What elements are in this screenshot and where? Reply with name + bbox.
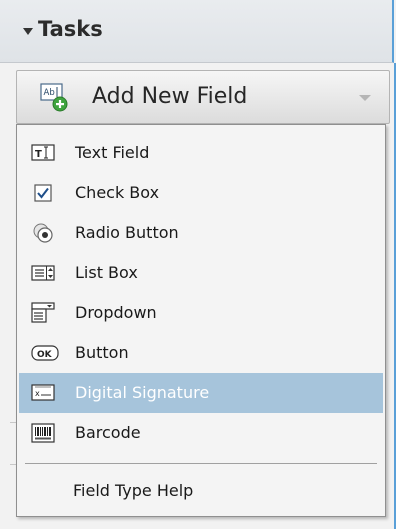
tasks-header[interactable]: Tasks [0,0,394,63]
add-new-field-button[interactable]: Ab Add New Field [16,70,390,124]
menu-item-label: Check Box [75,183,160,202]
menu-item-barcode[interactable]: Barcode [19,413,383,453]
menu-item-label: Barcode [75,423,141,442]
menu-item-label: Radio Button [75,223,179,242]
tasks-title: Tasks [38,17,103,41]
list-box-icon [31,262,55,284]
menu-item-list-box[interactable]: List Box [19,253,383,293]
field-type-help-item[interactable]: Field Type Help [73,481,193,500]
menu-item-label: Button [75,343,129,362]
radio-button-icon [31,222,55,244]
svg-text:OK: OK [37,350,53,360]
dropdown-icon [31,302,55,324]
digital-signature-icon: x [31,382,55,404]
svg-text:x: x [35,389,40,398]
menu-item-digital-signature[interactable]: x Digital Signature [19,373,383,413]
menu-item-radio-button[interactable]: Radio Button [19,213,383,253]
menu-item-label: Digital Signature [75,383,210,402]
text-field-icon: T [31,142,55,164]
add-new-field-label: Add New Field [92,84,248,109]
menu-item-check-box[interactable]: Check Box [19,173,383,213]
button-icon: OK [31,342,59,364]
svg-text:Ab: Ab [44,88,55,98]
menu-item-label: List Box [75,263,138,282]
menu-item-button[interactable]: OK Button [19,333,383,373]
menu-item-label: Text Field [75,143,150,162]
menu-item-text-field[interactable]: T Text Field [19,133,383,173]
menu-item-dropdown[interactable]: Dropdown [19,293,383,333]
check-box-icon [31,182,55,204]
field-type-menu: T Text Field Check Box Radio Button List… [16,124,386,517]
barcode-icon [31,422,55,444]
add-field-icon: Ab [40,83,70,113]
menu-separator [25,463,377,464]
menu-item-label: Dropdown [75,303,157,322]
svg-text:T: T [35,149,42,160]
collapse-triangle-icon[interactable] [23,28,33,35]
chevron-down-icon[interactable] [359,95,371,101]
